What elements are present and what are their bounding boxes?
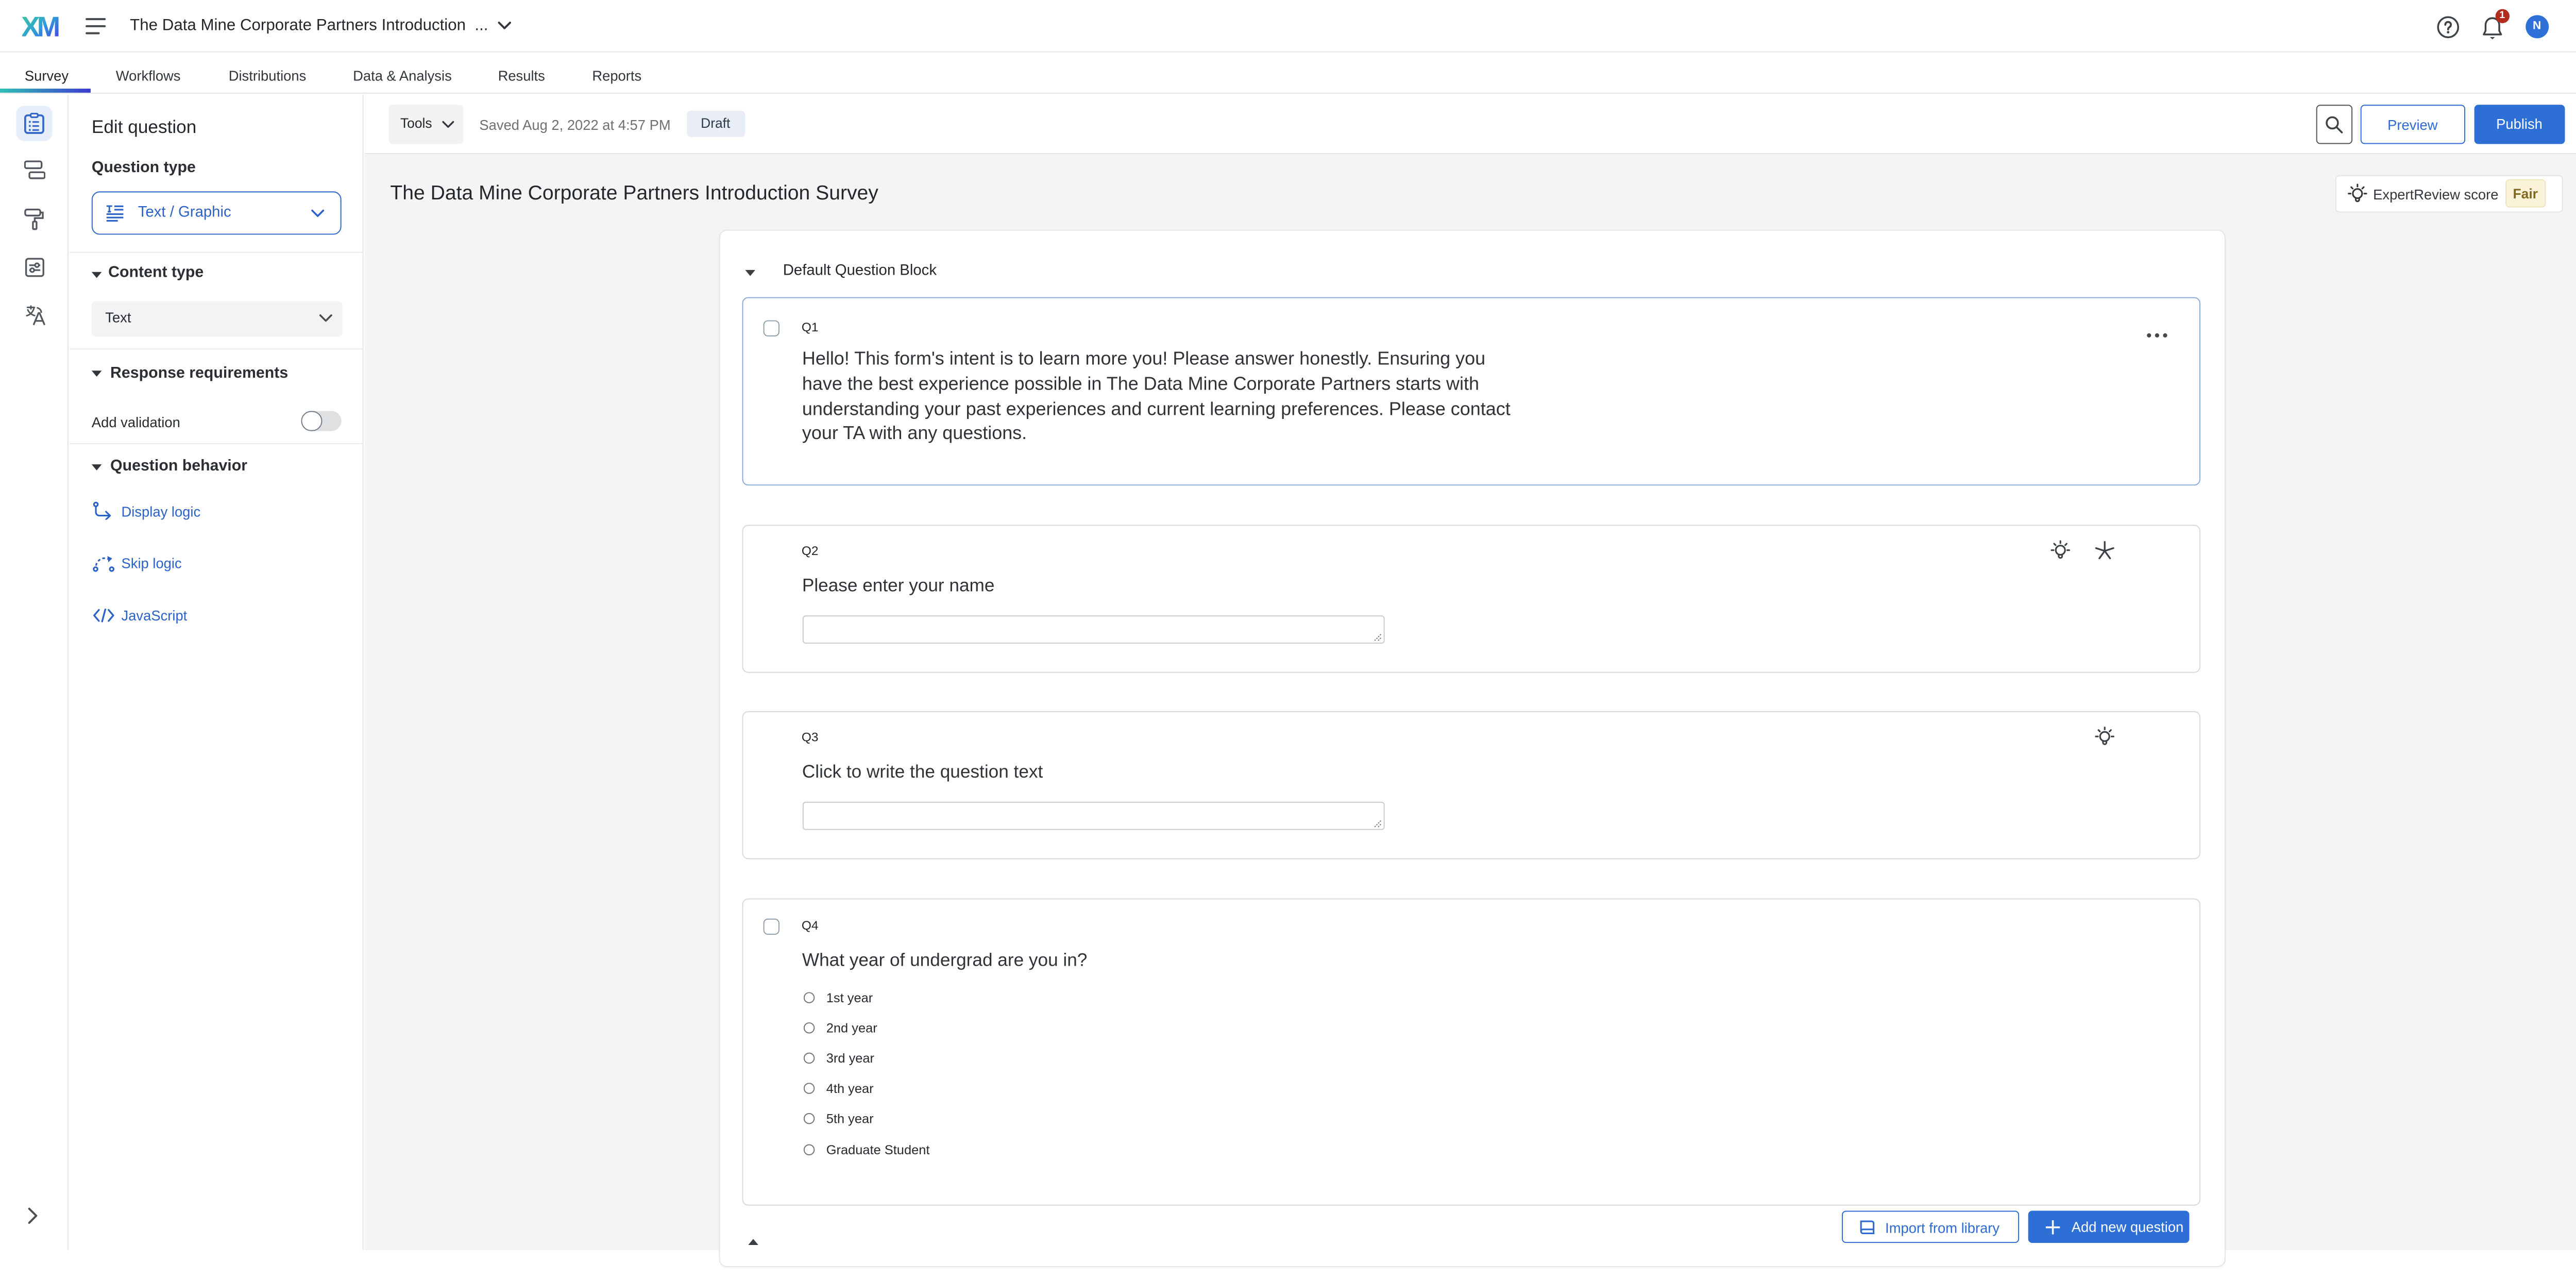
svg-text:XM: XM bbox=[22, 15, 60, 39]
